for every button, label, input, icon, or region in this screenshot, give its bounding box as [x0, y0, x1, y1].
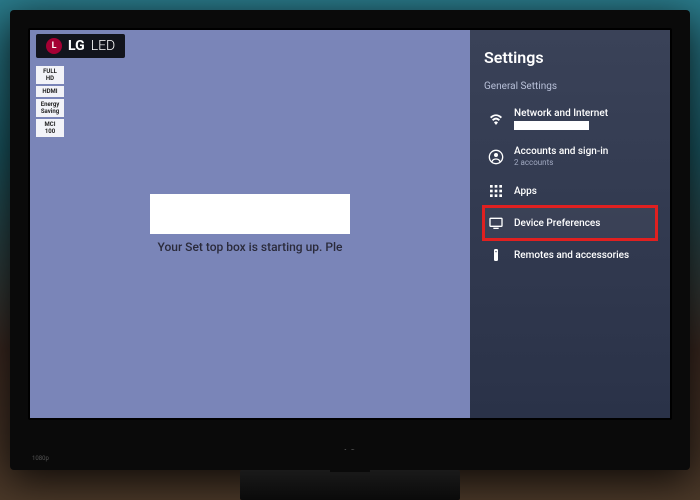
menu-item-device-preferences[interactable]: Device Preferences: [484, 207, 656, 239]
account-icon: [488, 149, 504, 165]
tv-stand: [240, 470, 460, 500]
badge: Energy Saving: [36, 99, 64, 117]
tv-bezel: L LG LED FULL HD HDMI Energy Saving MCI …: [28, 28, 672, 420]
menu-label: Device Preferences: [514, 218, 600, 229]
menu-label: Apps: [514, 186, 537, 197]
badge: HDMI: [36, 86, 64, 97]
settings-panel: Settings General Settings Network and In…: [470, 30, 670, 418]
tv-frame: L LG LED FULL HD HDMI Energy Saving MCI …: [10, 10, 690, 470]
boot-status-text: Your Set top box is starting up. Ple: [158, 240, 343, 254]
settings-title: Settings: [484, 48, 656, 67]
menu-label: Remotes and accessories: [514, 250, 629, 261]
apps-icon: [488, 183, 504, 199]
wifi-icon: [488, 111, 504, 127]
menu-item-remotes[interactable]: Remotes and accessories: [484, 239, 656, 271]
brand-sub-text: LED: [91, 38, 116, 54]
menu-label: Accounts and sign-in: [514, 146, 608, 157]
menu-label: Network and Internet: [514, 108, 608, 119]
tv-screen: L LG LED FULL HD HDMI Energy Saving MCI …: [30, 30, 670, 418]
spec-badges: FULL HD HDMI Energy Saving MCI 100: [36, 66, 64, 137]
brand-text: LG: [68, 38, 85, 54]
badge: FULL HD: [36, 66, 64, 84]
network-name-redacted: [514, 121, 589, 130]
tv-icon: [488, 215, 504, 231]
main-content-area: Your Set top box is starting up. Ple: [30, 30, 470, 418]
menu-sublabel: 2 accounts: [514, 158, 608, 167]
lg-logo-icon: L: [46, 38, 62, 54]
menu-item-apps[interactable]: Apps: [484, 175, 656, 207]
settings-section-label: General Settings: [484, 81, 656, 92]
menu-item-accounts[interactable]: Accounts and sign-in 2 accounts: [484, 138, 656, 175]
badge: MCI 100: [36, 119, 64, 137]
tv-brand-logo: L LG LED: [36, 34, 125, 58]
menu-item-network[interactable]: Network and Internet: [484, 100, 656, 138]
tv-info-label: 1080p: [32, 455, 49, 462]
remote-icon: [488, 247, 504, 263]
redacted-logo-block: [150, 194, 350, 234]
